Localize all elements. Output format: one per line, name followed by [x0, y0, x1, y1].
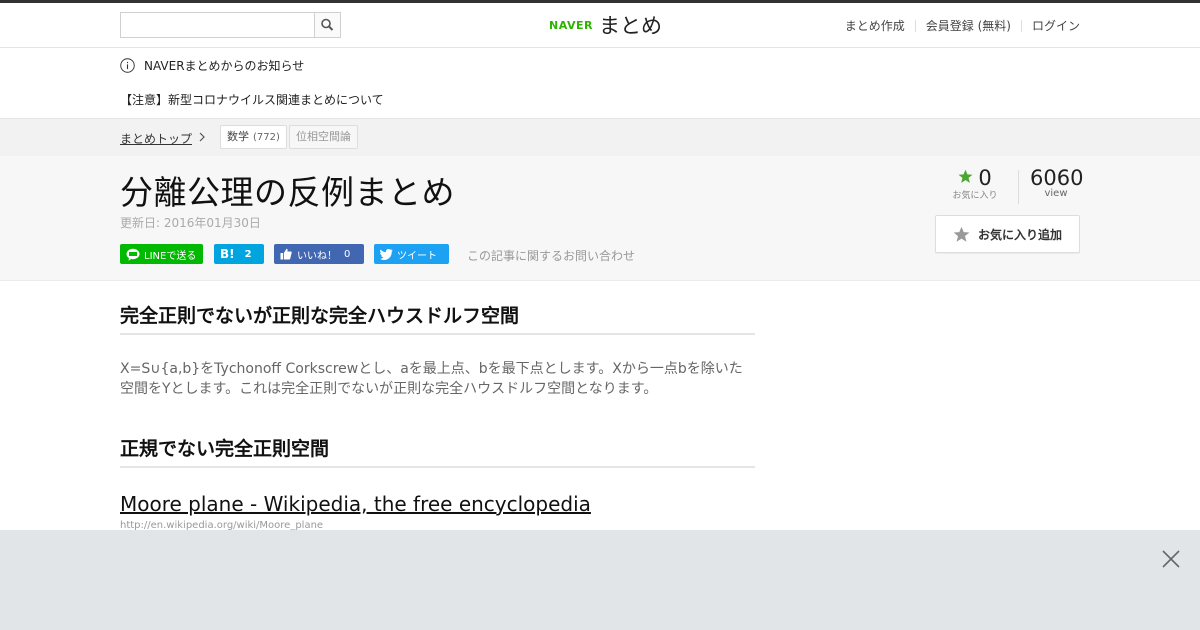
star-outline-icon — [953, 226, 970, 242]
tag-math[interactable]: 数学 (772) — [220, 125, 287, 149]
thumbs-up-icon — [280, 248, 292, 260]
chevron-right-icon — [199, 132, 205, 142]
favorites-label: お気に入り — [952, 191, 998, 201]
fb-like-count: 0 — [344, 248, 351, 260]
nav-divider — [1020, 19, 1022, 32]
facebook-like-button[interactable]: いいね！ 0 — [274, 244, 364, 264]
search-icon — [321, 18, 334, 31]
tag-math-label: 数学 — [227, 130, 249, 143]
close-icon[interactable] — [1162, 550, 1180, 568]
site-logo[interactable]: NAVER まとめ — [549, 11, 662, 39]
bottom-ad-overlay — [0, 530, 1200, 630]
add-favorite-button[interactable]: お気に入り追加 — [935, 215, 1080, 253]
tweet-label: ツイート — [397, 250, 437, 262]
notice-title: NAVERまとめからのお知らせ — [144, 59, 305, 73]
nav-login[interactable]: ログイン — [1032, 17, 1080, 34]
hatena-bookmark-button[interactable]: B! 2 — [214, 244, 264, 264]
tweet-button[interactable]: ツイート — [374, 244, 449, 264]
twitter-bird-icon — [380, 248, 393, 260]
info-icon — [120, 58, 135, 73]
line-share-button[interactable]: LINEで送る — [120, 244, 203, 264]
nav-create-matome[interactable]: まとめ作成 — [845, 17, 905, 34]
line-share-label: LINEで送る — [144, 250, 197, 262]
nav-divider — [914, 19, 916, 32]
breadcrumb: まとめトップ 数学 (772) 位相空間論 — [0, 118, 1200, 157]
updated-date: 更新日: 2016年01月30日 — [120, 216, 261, 230]
header-nav: まとめ作成 会員登録 (無料) ログイン — [845, 17, 1080, 34]
section-heading: 完全正則でないが正則な完全ハウスドルフ空間 — [120, 301, 755, 335]
section-paragraph: X=S∪{a,b}をTychonoff Corkscrewとし、aを最上点、bを… — [120, 361, 743, 397]
fb-like-label: いいね！ — [297, 250, 337, 262]
tag-topology[interactable]: 位相空間論 — [289, 125, 358, 149]
logo-matome: まとめ — [598, 14, 662, 38]
notice-header: NAVERまとめからのお知らせ — [120, 57, 304, 74]
favorites-count: 0 — [978, 166, 992, 190]
view-counter: 6060 view — [1030, 166, 1084, 199]
breadcrumb-top-link[interactable]: まとめトップ — [120, 130, 192, 147]
search-button[interactable] — [314, 12, 341, 38]
hatena-icon: B! — [220, 247, 235, 261]
favorites-counter: 0 お気に入り — [950, 166, 1000, 201]
tag-math-count: (772) — [253, 132, 280, 143]
header: NAVER まとめ まとめ作成 会員登録 (無料) ログイン — [0, 3, 1200, 48]
view-count: 6060 — [1030, 166, 1084, 190]
nav-register[interactable]: 会員登録 (無料) — [926, 17, 1011, 34]
star-icon — [958, 169, 973, 183]
notice-link[interactable]: 【注意】新型コロナウイルス関連まとめについて — [120, 91, 384, 108]
logo-naver: NAVER — [549, 18, 593, 32]
stats-divider — [1018, 170, 1019, 204]
contact-link[interactable]: この記事に関するお問い合わせ — [467, 247, 635, 264]
line-icon — [126, 248, 140, 261]
article-header: 分離公理の反例まとめ 更新日: 2016年01月30日 LINEで送る B! 2… — [0, 156, 1200, 281]
hatena-count: 2 — [244, 248, 252, 260]
add-favorite-label: お気に入り追加 — [977, 227, 1062, 242]
link-card-title[interactable]: Moore plane - Wikipedia, the free encycl… — [120, 492, 591, 516]
search-input[interactable] — [120, 12, 315, 38]
section-heading: 正規でない完全正則空間 — [120, 434, 755, 468]
page-title: 分離公理の反例まとめ — [120, 173, 455, 212]
